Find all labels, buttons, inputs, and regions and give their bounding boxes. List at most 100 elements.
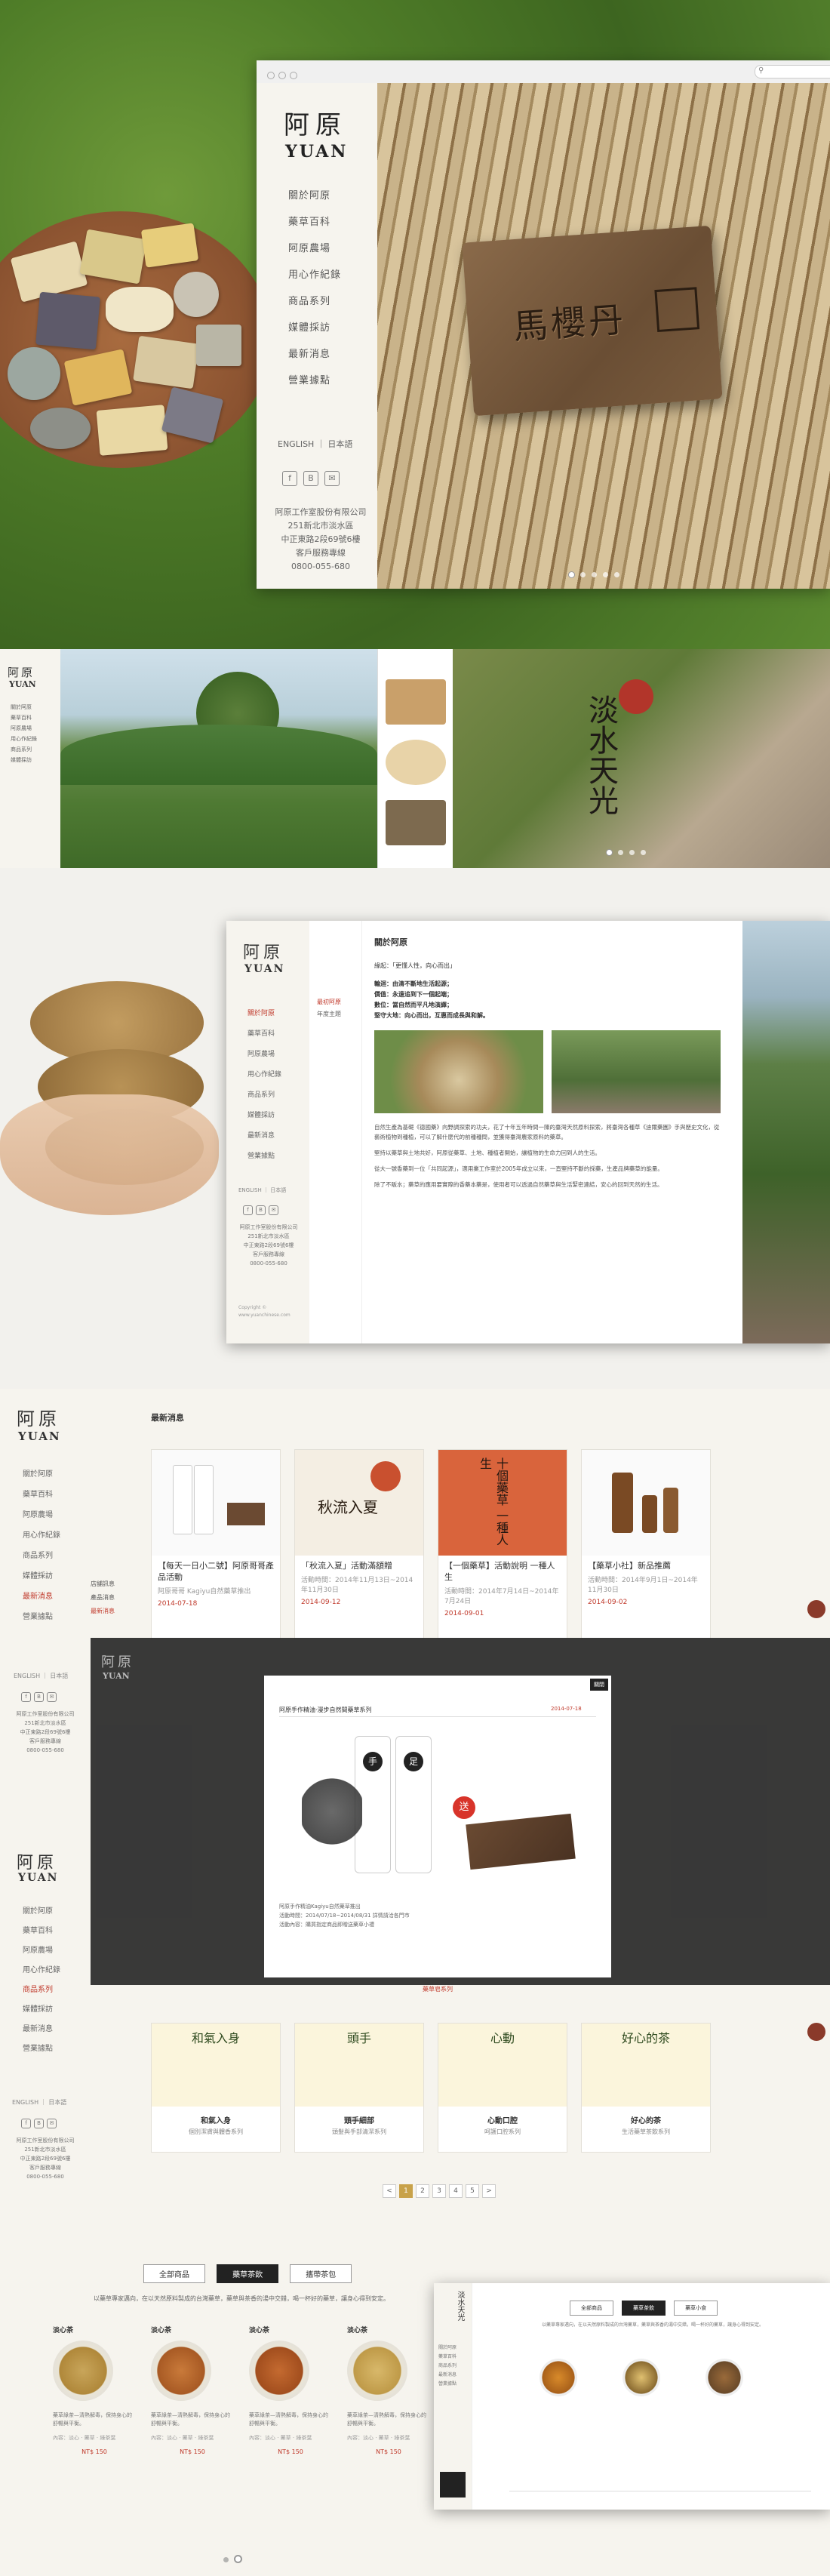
- facebook-icon[interactable]: f: [282, 471, 297, 486]
- language-switch[interactable]: ENGLISH ｜ 日本語: [238, 1186, 286, 1194]
- news-card[interactable]: 【每天一日小二號】阿原哥哥產品活動 阿原哥哥 Kagiyu自然藥草推出 2014…: [151, 1449, 281, 1639]
- facebook-icon[interactable]: f: [243, 1205, 253, 1215]
- mini-nav-item[interactable]: 阿原農場: [11, 723, 37, 734]
- mini-logo-cn[interactable]: 阿原: [8, 664, 35, 680]
- mini-nav-item[interactable]: 關於阿原: [438, 2344, 456, 2353]
- nav-item-media[interactable]: 媒體採訪: [288, 319, 341, 334]
- mail-icon[interactable]: ✉: [47, 2119, 57, 2128]
- blog-icon[interactable]: B: [256, 1205, 266, 1215]
- news-card[interactable]: 【藥草小社】新品推薦 活動時間：2014年9月1日~2014年11月30日 20…: [581, 1449, 711, 1639]
- nav-item-products[interactable]: 商品系列: [247, 1085, 281, 1106]
- mail-icon[interactable]: ✉: [269, 1205, 278, 1215]
- tab-all[interactable]: 全部商品: [570, 2301, 613, 2316]
- blog-icon[interactable]: B: [34, 1692, 44, 1702]
- tab-tea[interactable]: 藥草茶飲: [217, 2264, 279, 2283]
- subnav-item[interactable]: 產品消息: [91, 1591, 136, 1605]
- mail-icon[interactable]: ✉: [324, 471, 340, 486]
- side-badge-icon[interactable]: [807, 1600, 825, 1618]
- nav-item-stores[interactable]: 營業據點: [247, 1146, 281, 1167]
- product-thumb[interactable]: [386, 800, 446, 845]
- language-switch[interactable]: ENGLISH ｜ 日本語: [278, 438, 352, 451]
- window-max-icon[interactable]: [290, 72, 297, 79]
- window-min-icon[interactable]: [278, 72, 286, 79]
- page-next-button[interactable]: >: [482, 2184, 496, 2198]
- product-card[interactable]: 心動 心動口腔 呵護口腔系列: [438, 2023, 567, 2153]
- subnav-item[interactable]: 年度主題: [309, 1008, 361, 1020]
- product-thumb[interactable]: [386, 740, 446, 785]
- mini-nav-item[interactable]: 商品系列: [438, 2362, 456, 2371]
- nav-item-farm[interactable]: 阿原農場: [288, 240, 341, 254]
- nav-item-about[interactable]: 關於阿原: [288, 187, 341, 202]
- mini-product[interactable]: [622, 2359, 660, 2396]
- nav-item-records[interactable]: 用心作紀錄: [23, 1961, 60, 1980]
- subnav-item[interactable]: 最新消息: [91, 1605, 136, 1618]
- nav-item-herbs[interactable]: 藥草百科: [23, 1922, 60, 1941]
- tab-teabag[interactable]: 攜帶茶包: [290, 2264, 352, 2283]
- nav-item-records[interactable]: 用心作紀錄: [288, 266, 341, 281]
- facebook-icon[interactable]: f: [21, 2119, 31, 2128]
- nav-item-products[interactable]: 商品系列: [288, 293, 341, 307]
- tab-snack[interactable]: 藥草小食: [674, 2301, 718, 2316]
- logo-cn[interactable]: 阿原: [284, 104, 347, 141]
- subnav-item[interactable]: 最初阿原: [309, 996, 361, 1008]
- nav-item-farm[interactable]: 阿原農場: [23, 1941, 60, 1961]
- mini-logo-block[interactable]: [440, 2472, 466, 2498]
- mini-nav-item[interactable]: 關於阿原: [11, 702, 37, 712]
- logo-cn[interactable]: 阿原: [17, 1849, 57, 1873]
- tab-tea[interactable]: 藥草茶飲: [622, 2301, 666, 2316]
- nav-item-stores[interactable]: 營業據點: [23, 2039, 60, 2059]
- pager-dot[interactable]: [603, 572, 608, 577]
- tea-item[interactable]: 淡心茶 藥草綠茶—清熱解毒，保持身心的舒暢與平衡。 內容：淡心 · 藥草 · 綠…: [151, 2325, 234, 2455]
- tea-item[interactable]: 淡心茶 藥草綠茶—清熱解毒，保持身心的舒暢與平衡。 內容：淡心 · 藥草 · 綠…: [347, 2325, 430, 2455]
- nav-item-media[interactable]: 媒體採訪: [23, 1566, 60, 1587]
- news-card[interactable]: 秋流入夏 「秋流入夏」活動滿額贈 活動時間：2014年11月13日~2014年1…: [294, 1449, 424, 1639]
- page-button[interactable]: 2: [416, 2184, 429, 2198]
- mini-product[interactable]: [706, 2359, 743, 2396]
- nav-item-herbs[interactable]: 藥草百科: [23, 1485, 60, 1505]
- tea-item[interactable]: 淡心茶 藥草綠茶—清熱解毒，保持身心的舒暢與平衡。 內容：淡心 · 藥草 · 綠…: [249, 2325, 332, 2455]
- pager-dot[interactable]: [641, 850, 646, 855]
- side-badge-icon[interactable]: [807, 2023, 825, 2041]
- mail-icon[interactable]: ✉: [47, 1692, 57, 1702]
- mini-logo[interactable]: 淡水天光: [441, 2291, 464, 2321]
- nav-item-stores[interactable]: 營業據點: [288, 372, 341, 386]
- page-prev-button[interactable]: <: [383, 2184, 396, 2198]
- window-close-icon[interactable]: [267, 72, 275, 79]
- mini-product[interactable]: [540, 2359, 577, 2396]
- mini-nav-item[interactable]: 營業據點: [438, 2380, 456, 2389]
- pager-dot[interactable]: [580, 572, 586, 577]
- nav-item-records[interactable]: 用心作紀錄: [23, 1525, 60, 1546]
- pager-dot[interactable]: [569, 572, 574, 577]
- page-button[interactable]: 1: [399, 2184, 413, 2198]
- address-bar[interactable]: ⚲: [755, 65, 830, 78]
- pager-dot[interactable]: [223, 2557, 229, 2562]
- pager-dot[interactable]: [614, 572, 619, 577]
- logo-cn[interactable]: 阿原: [243, 939, 284, 963]
- news-card[interactable]: 十個藥草 一種人生 【一個藥草】活動說明 一種人生 活動時間：2014年7月14…: [438, 1449, 567, 1639]
- mini-nav-item[interactable]: 藥草百科: [11, 712, 37, 723]
- product-thumb[interactable]: [386, 679, 446, 725]
- mini-nav-item[interactable]: 用心作紀錄: [11, 734, 37, 744]
- pager-dot[interactable]: [235, 2556, 241, 2562]
- pager-dot[interactable]: [592, 572, 597, 577]
- page-button[interactable]: 4: [449, 2184, 463, 2198]
- logo-en[interactable]: YUAN: [285, 142, 348, 162]
- nav-item-news[interactable]: 最新消息: [288, 346, 341, 360]
- subnav-item[interactable]: 店舖訊息: [91, 1577, 136, 1591]
- mini-nav-item[interactable]: 商品系列: [11, 744, 37, 755]
- nav-item-media[interactable]: 媒體採訪: [23, 2000, 60, 2020]
- nav-item-news[interactable]: 最新消息: [247, 1126, 281, 1146]
- language-switch[interactable]: ENGLISH ｜ 日本語: [14, 1672, 68, 1680]
- product-card[interactable]: 好心的茶 好心的茶 生活藥草茶飲系列: [581, 2023, 711, 2153]
- logo-en[interactable]: YUAN: [18, 1430, 61, 1443]
- mini-logo-en[interactable]: YUAN: [9, 679, 36, 689]
- mini-nav-item[interactable]: 最新消息: [438, 2371, 456, 2380]
- mini-nav-item[interactable]: 媒體採訪: [11, 755, 37, 765]
- tea-item[interactable]: 淡心茶 藥草綠茶—清熱解毒，保持身心的舒暢與平衡。 內容：淡心 · 藥草 · 綠…: [53, 2325, 136, 2455]
- nav-item-about[interactable]: 關於阿原: [247, 1004, 281, 1024]
- product-card[interactable]: 頭手 頭手細部 頭髮與手部清潔系列: [294, 2023, 424, 2153]
- nav-item-news[interactable]: 最新消息: [23, 2020, 60, 2039]
- facebook-icon[interactable]: f: [21, 1692, 31, 1702]
- tab-all[interactable]: 全部商品: [143, 2264, 205, 2283]
- nav-item-farm[interactable]: 阿原農場: [247, 1045, 281, 1065]
